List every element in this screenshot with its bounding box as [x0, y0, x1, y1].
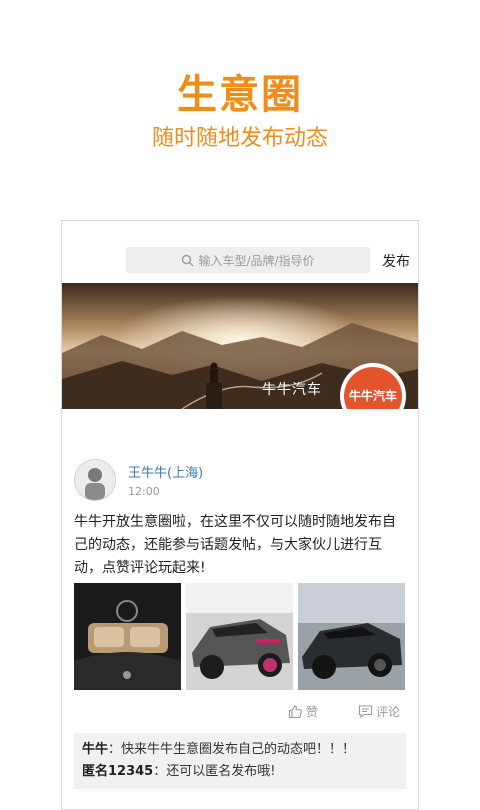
avatar[interactable]: [74, 459, 116, 501]
banner-brand-name: 牛牛汽车: [262, 382, 322, 398]
promo-subtitle: 随时随地发布动态: [151, 126, 328, 151]
publish-button[interactable]: 发布: [382, 251, 410, 271]
comment-separator: ：: [153, 764, 167, 779]
search-input[interactable]: 输入车型/品牌/指导价: [126, 247, 370, 273]
post-image-1[interactable]: [74, 583, 181, 690]
like-button[interactable]: 赞: [288, 703, 318, 720]
post-body: 牛牛开放生意圈啦，在这里不仅可以随时随地发布自己的动态，还能参与话题发帖，与大家…: [74, 514, 396, 576]
comment-button[interactable]: 评论: [358, 703, 400, 720]
comment-item: 匿名12345：还可以匿名发布哦!: [82, 761, 398, 783]
promo-title: 生意圈: [177, 72, 303, 118]
comment-user[interactable]: 牛牛: [82, 742, 108, 757]
search-icon: [182, 254, 194, 266]
thumbs-up-icon: [288, 705, 302, 719]
brand-logo-text: 牛牛汽车: [344, 367, 402, 409]
search-placeholder: 输入车型/品牌/指导价: [198, 253, 315, 268]
comment-separator: ：: [108, 742, 122, 757]
comment-text: 还可以匿名发布哦!: [166, 764, 276, 779]
phone-screen: 输入车型/品牌/指导价 发布 牛牛汽车 牛牛汽车 王牛牛(上海) 12:00 牛…: [61, 220, 419, 810]
comment-item: 牛牛：快来牛牛生意圈发布自己的动态吧！！！: [82, 739, 398, 761]
like-label: 赞: [306, 705, 319, 719]
comment-user[interactable]: 匿名12345: [82, 764, 153, 779]
post-image-3[interactable]: [298, 583, 405, 690]
banner: 牛牛汽车 牛牛汽车: [62, 283, 418, 409]
post-images: [74, 583, 405, 690]
post-image-2[interactable]: [186, 583, 293, 690]
comment-icon: [358, 705, 373, 719]
post-header: 王牛牛(上海) 12:00: [74, 459, 203, 501]
post-time: 12:00: [128, 485, 160, 498]
post-author[interactable]: 王牛牛(上海): [128, 462, 203, 481]
comment-text: 快来牛牛生意圈发布自己的动态吧！！！: [121, 742, 356, 757]
comment-label: 评论: [376, 705, 401, 719]
comment-list: 牛牛：快来牛牛生意圈发布自己的动态吧！！！ 匿名12345：还可以匿名发布哦!: [74, 733, 406, 789]
post-actions: 赞 评论: [62, 703, 418, 723]
